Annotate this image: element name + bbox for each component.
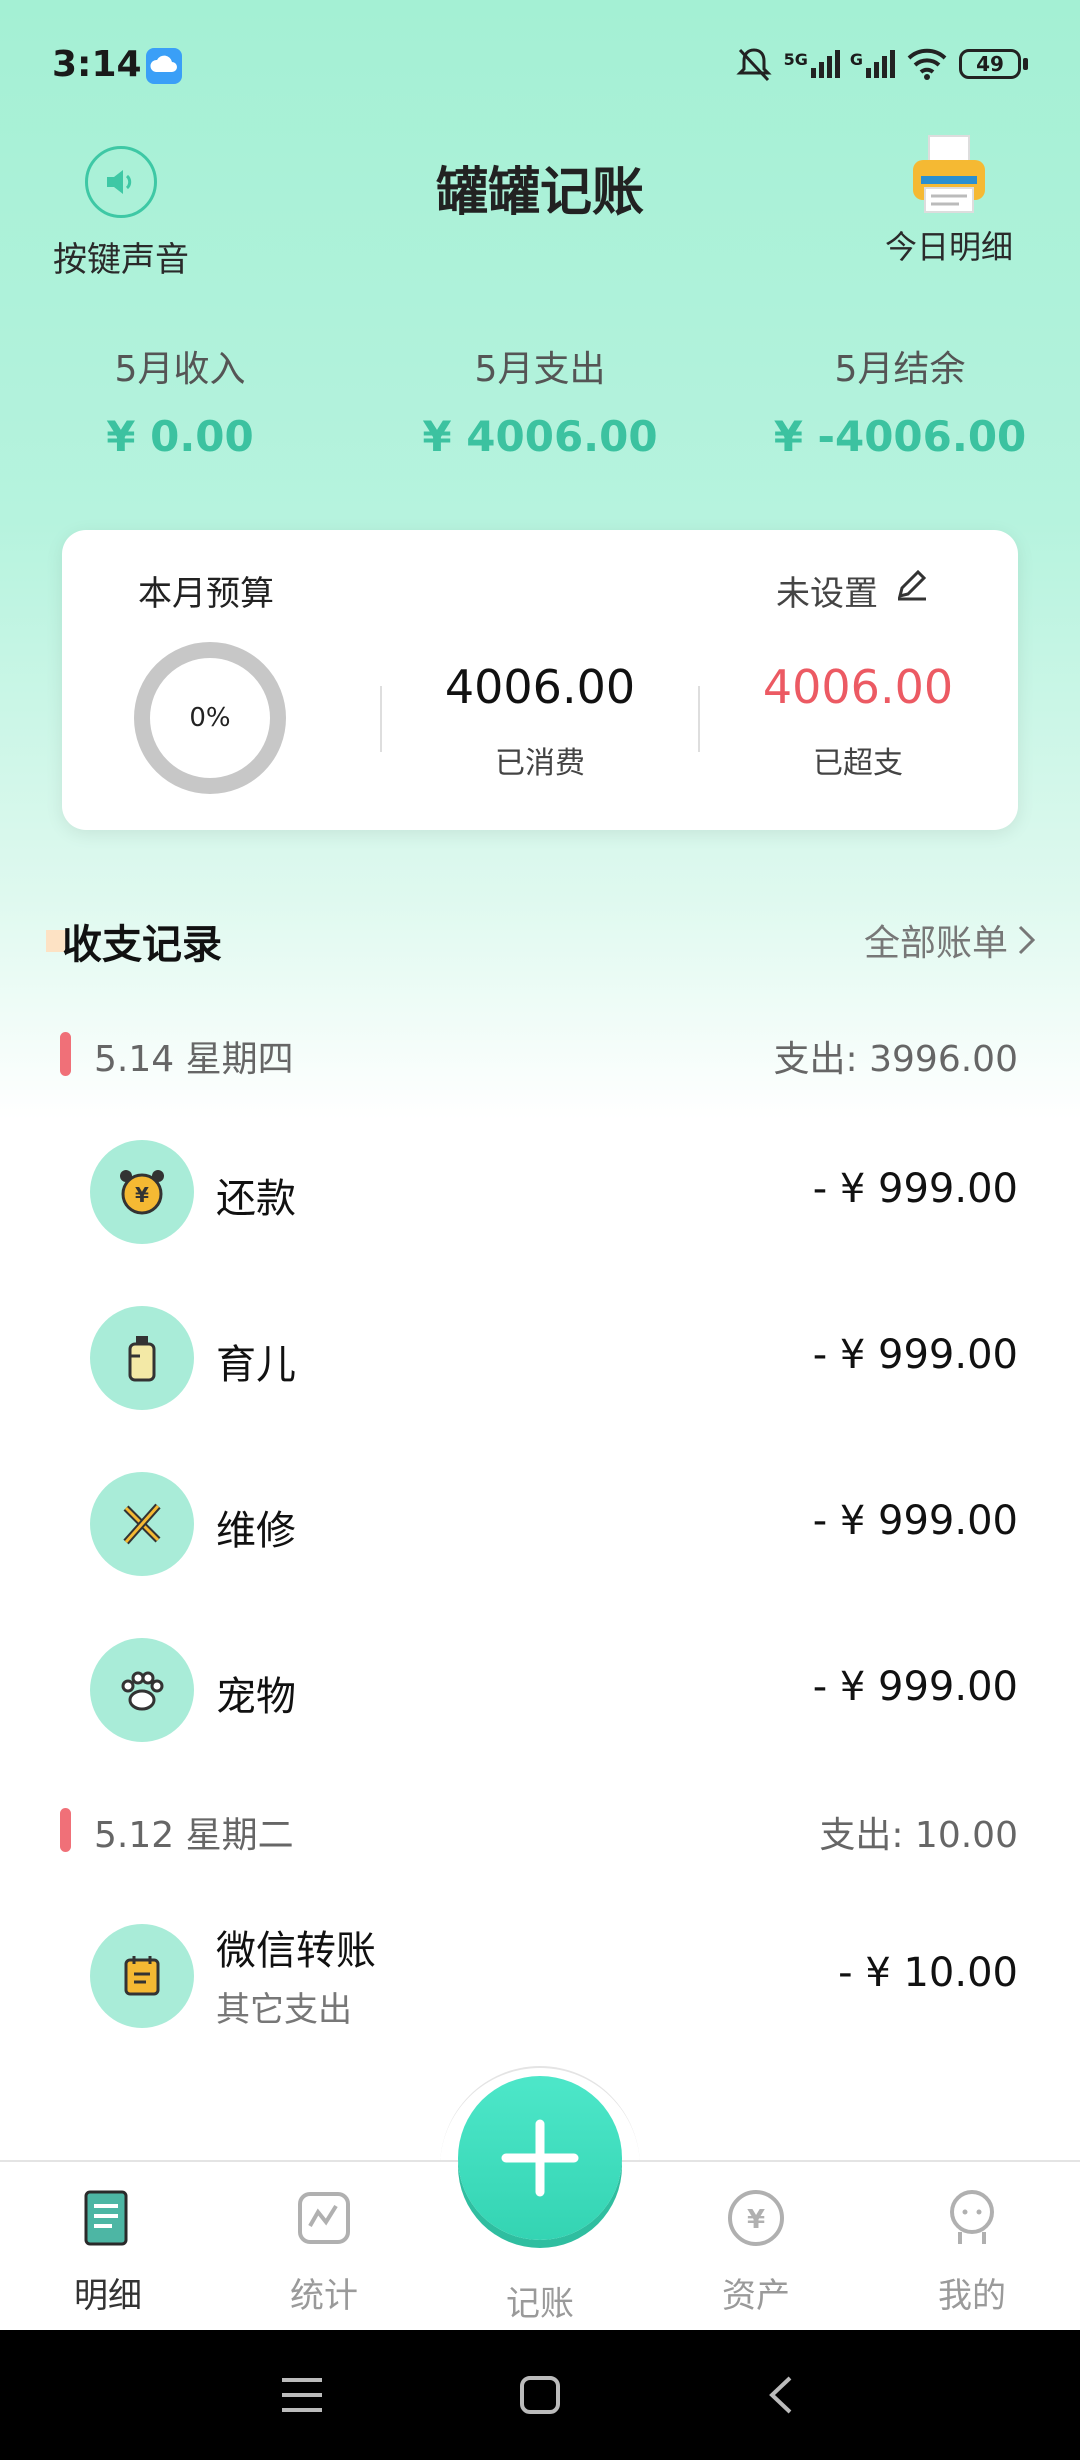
svg-text:¥: ¥ — [747, 2205, 765, 2235]
list-icon — [76, 2186, 140, 2250]
budget-status[interactable]: 未设置 — [776, 566, 878, 615]
tab-statistics-label: 统计 — [290, 2276, 358, 2316]
plus-icon — [501, 2119, 579, 2197]
record-name: 育儿 — [216, 1342, 296, 1388]
tools-icon — [90, 1472, 194, 1576]
record-name: 微信转账 — [216, 1928, 376, 1974]
chevron-right-icon — [1018, 925, 1036, 955]
record-row[interactable]: 微信转账 其它支出 - ¥ 10.00 — [0, 1924, 1080, 2030]
budget-title: 本月预算 — [138, 574, 274, 614]
record-name: 维修 — [216, 1508, 296, 1554]
balance-value: ¥ -4006.00 — [773, 412, 1027, 461]
expense-value: ¥ 4006.00 — [422, 412, 658, 461]
status-time: 3:14 — [52, 44, 142, 85]
spent-column: 4006.00 已消费 — [390, 660, 690, 782]
tab-assets-label: 资产 — [722, 2276, 790, 2316]
balance-summary: 5月结余 ¥ -4006.00 — [720, 340, 1080, 461]
record-row[interactable]: ¥ 还款 - ¥ 999.00 — [0, 1140, 1080, 1244]
date-total: 支出: 3996.00 — [773, 1039, 1018, 1080]
key-sound-label: 按键声音 — [53, 240, 189, 280]
tab-statistics[interactable]: 统计 — [244, 2186, 404, 2317]
battery-level: 49 — [976, 52, 1004, 76]
income-label: 5月收入 — [114, 349, 246, 390]
budget-card[interactable]: 本月预算 未设置 0% 4006.00 已消费 4006.00 已超支 — [62, 530, 1018, 830]
monthly-summary: 5月收入 ¥ 0.00 5月支出 ¥ 4006.00 5月结余 ¥ -4006.… — [0, 340, 1080, 461]
records-title: 收支记录 — [62, 922, 222, 968]
date-marker — [60, 1808, 71, 1852]
record-amount: - ¥ 999.00 — [812, 1664, 1018, 1710]
divider — [380, 686, 382, 752]
record-row[interactable]: 育儿 - ¥ 999.00 — [0, 1306, 1080, 1410]
menu-icon[interactable] — [280, 2374, 324, 2416]
tab-detail[interactable]: 明细 — [28, 2186, 188, 2317]
tab-detail-label: 明细 — [74, 2276, 142, 2316]
edit-icon[interactable] — [894, 566, 930, 602]
record-amount: - ¥ 999.00 — [812, 1498, 1018, 1544]
record-amount: - ¥ 999.00 — [812, 1332, 1018, 1378]
record-amount: - ¥ 999.00 — [812, 1166, 1018, 1212]
today-detail-label: 今日明细 — [884, 228, 1013, 266]
date-marker — [60, 1032, 71, 1076]
record-name: 还款 — [216, 1176, 296, 1222]
add-record-button[interactable] — [458, 2076, 622, 2240]
date-label: 5.14 星期四 — [94, 1039, 294, 1080]
over-value: 4006.00 — [762, 660, 954, 714]
record-name: 宠物 — [216, 1674, 296, 1720]
all-bills-link[interactable]: 全部账单 — [864, 914, 1038, 966]
income-value: ¥ 0.00 — [106, 412, 254, 461]
record-row[interactable]: 维修 - ¥ 999.00 — [0, 1472, 1080, 1576]
home-icon[interactable] — [518, 2374, 562, 2416]
system-nav-bar — [0, 2330, 1080, 2460]
yuan-coin-icon: ¥ — [724, 2186, 788, 2250]
chart-icon — [292, 2186, 356, 2250]
divider — [698, 686, 700, 752]
tab-record-label[interactable]: 记账 — [460, 2276, 620, 2325]
expense-label: 5月支出 — [474, 349, 606, 390]
all-bills-label: 全部账单 — [863, 923, 1008, 964]
battery-tip — [1023, 58, 1028, 70]
balance-label: 5月结余 — [834, 349, 966, 390]
back-icon[interactable] — [760, 2374, 804, 2416]
baby-bottle-icon — [90, 1306, 194, 1410]
user-icon — [940, 2186, 1004, 2250]
record-row[interactable]: 宠物 - ¥ 999.00 — [0, 1638, 1080, 1742]
cloud-icon — [146, 48, 182, 84]
budget-percent: 0% — [189, 703, 231, 733]
svg-text:¥: ¥ — [135, 1183, 149, 1207]
status-icons: 5G G 49 — [734, 40, 1028, 88]
alarm-coin-icon: ¥ — [90, 1140, 194, 1244]
spent-value: 4006.00 — [444, 660, 636, 714]
spent-label: 已消费 — [495, 746, 585, 781]
wifi-icon — [907, 48, 947, 80]
signal-g-label: G — [849, 50, 863, 69]
tab-mine-label: 我的 — [938, 2276, 1006, 2316]
income-summary: 5月收入 ¥ 0.00 — [0, 340, 360, 461]
over-label: 已超支 — [813, 746, 903, 781]
battery-icon: 49 — [959, 49, 1021, 79]
record-category: 其它支出 — [216, 1990, 352, 2030]
expense-summary: 5月支出 ¥ 4006.00 — [360, 340, 720, 461]
date-total: 支出: 10.00 — [819, 1815, 1018, 1856]
paw-icon — [90, 1638, 194, 1742]
tab-assets[interactable]: ¥ 资产 — [676, 2186, 836, 2317]
signal-5g-label: 5G — [783, 50, 808, 69]
note-icon — [90, 1924, 194, 2028]
record-amount: - ¥ 10.00 — [838, 1950, 1018, 1996]
mute-bell-icon — [735, 48, 772, 82]
budget-progress-ring: 0% — [134, 642, 286, 794]
tab-mine[interactable]: 我的 — [892, 2186, 1052, 2317]
today-detail-button[interactable]: 今日明细 — [864, 132, 1034, 268]
signal-g-icon: G — [850, 50, 895, 78]
printer-icon — [907, 132, 991, 218]
date-label: 5.12 星期二 — [94, 1815, 294, 1856]
signal-5g-icon: 5G — [784, 50, 840, 78]
over-column: 4006.00 已超支 — [708, 660, 1008, 782]
